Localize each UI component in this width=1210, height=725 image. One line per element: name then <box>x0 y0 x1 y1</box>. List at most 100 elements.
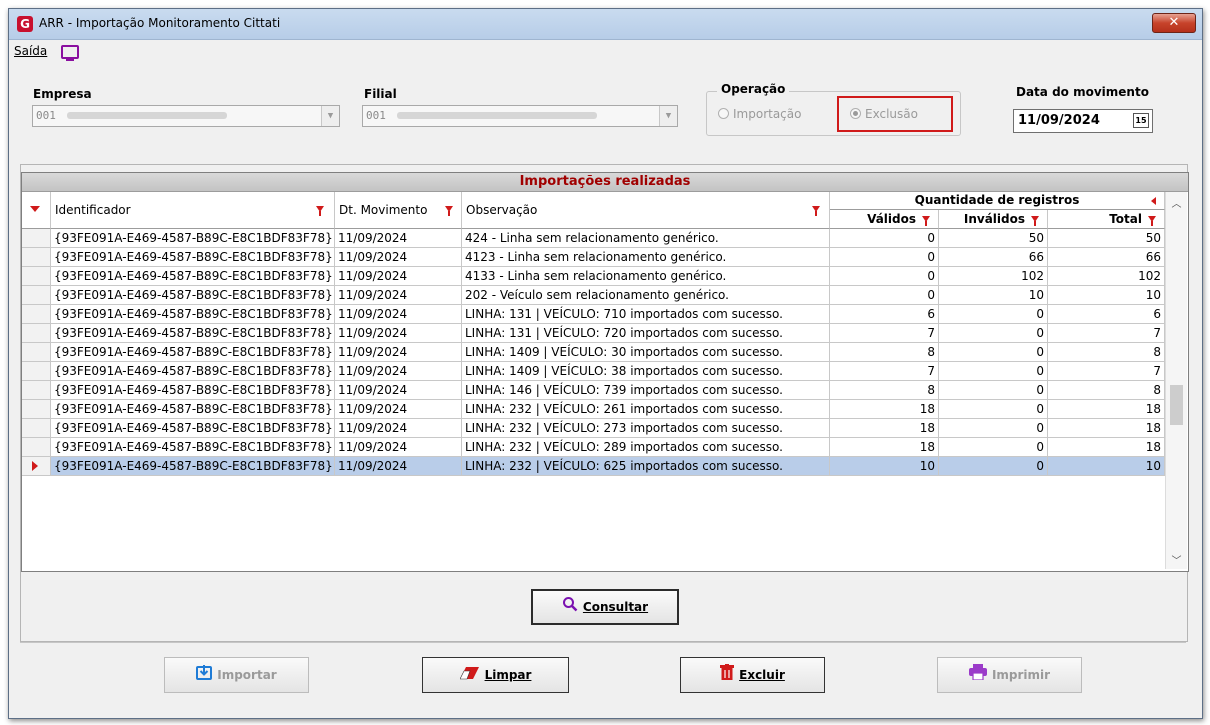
table-row[interactable]: {93FE091A-E469-4587-B89C-E8C1BDF83F78} 11… <box>22 229 1165 248</box>
cell-invalidos[interactable]: 0 <box>939 362 1048 381</box>
cell-dt-movimento[interactable]: 11/09/2024 <box>335 381 462 400</box>
scroll-down-icon[interactable]: ﹀ <box>1166 552 1187 567</box>
row-indicator[interactable] <box>22 267 51 286</box>
cell-validos[interactable]: 18 <box>830 419 939 438</box>
filter-icon[interactable] <box>812 206 820 216</box>
cell-invalidos[interactable]: 0 <box>939 419 1048 438</box>
header-indicator[interactable] <box>22 192 51 229</box>
cell-dt-movimento[interactable]: 11/09/2024 <box>335 400 462 419</box>
header-dt-movimento[interactable]: Dt. Movimento <box>335 192 462 229</box>
chevron-down-icon[interactable]: ▼ <box>321 106 339 126</box>
radio-importacao[interactable]: Importação <box>718 107 801 121</box>
row-indicator[interactable] <box>22 400 51 419</box>
cell-invalidos[interactable]: 0 <box>939 381 1048 400</box>
close-button[interactable]: ✕ <box>1152 13 1196 33</box>
cell-total[interactable]: 18 <box>1048 438 1165 457</box>
cell-invalidos[interactable]: 0 <box>939 457 1048 476</box>
cell-dt-movimento[interactable]: 11/09/2024 <box>335 457 462 476</box>
limpar-button[interactable]: Limpar <box>422 657 569 693</box>
empresa-select[interactable]: 001 ▼ <box>32 105 340 127</box>
cell-invalidos[interactable]: 10 <box>939 286 1048 305</box>
cell-dt-movimento[interactable]: 11/09/2024 <box>335 248 462 267</box>
cell-identificador[interactable]: {93FE091A-E469-4587-B89C-E8C1BDF83F78} <box>51 343 335 362</box>
cell-dt-movimento[interactable]: 11/09/2024 <box>335 267 462 286</box>
row-indicator[interactable] <box>22 229 51 248</box>
monitor-icon[interactable] <box>61 45 79 61</box>
filter-icon[interactable] <box>1148 216 1156 226</box>
cell-identificador[interactable]: {93FE091A-E469-4587-B89C-E8C1BDF83F78} <box>51 400 335 419</box>
filter-icon[interactable] <box>445 206 453 216</box>
filter-icon[interactable] <box>922 216 930 226</box>
data-movimento-input[interactable]: 11/09/2024 15 <box>1013 109 1153 133</box>
cell-observacao[interactable]: 202 - Veículo sem relacionamento genéric… <box>462 286 830 305</box>
cell-observacao[interactable]: LINHA: 131 | VEÍCULO: 710 importados com… <box>462 305 830 324</box>
cell-total[interactable]: 10 <box>1048 286 1165 305</box>
header-observacao[interactable]: Observação <box>462 192 830 229</box>
cell-total[interactable]: 102 <box>1048 267 1165 286</box>
cell-identificador[interactable]: {93FE091A-E469-4587-B89C-E8C1BDF83F78} <box>51 381 335 400</box>
cell-dt-movimento[interactable]: 11/09/2024 <box>335 229 462 248</box>
cell-validos[interactable]: 0 <box>830 248 939 267</box>
cell-identificador[interactable]: {93FE091A-E469-4587-B89C-E8C1BDF83F78} <box>51 419 335 438</box>
cell-total[interactable]: 18 <box>1048 400 1165 419</box>
excluir-button[interactable]: Excluir <box>680 657 825 693</box>
header-quantidade[interactable]: Quantidade de registros <box>830 192 1165 210</box>
header-invalidos[interactable]: Inválidos <box>939 210 1048 229</box>
table-row[interactable]: {93FE091A-E469-4587-B89C-E8C1BDF83F78} 11… <box>22 324 1165 343</box>
cell-total[interactable]: 8 <box>1048 381 1165 400</box>
filter-icon[interactable] <box>316 206 324 216</box>
cell-total[interactable]: 6 <box>1048 305 1165 324</box>
cell-total[interactable]: 8 <box>1048 343 1165 362</box>
cell-validos[interactable]: 7 <box>830 362 939 381</box>
cell-total[interactable]: 66 <box>1048 248 1165 267</box>
cell-validos[interactable]: 0 <box>830 286 939 305</box>
cell-dt-movimento[interactable]: 11/09/2024 <box>335 362 462 381</box>
table-row[interactable]: {93FE091A-E469-4587-B89C-E8C1BDF83F78} 11… <box>22 438 1165 457</box>
cell-identificador[interactable]: {93FE091A-E469-4587-B89C-E8C1BDF83F78} <box>51 362 335 381</box>
cell-validos[interactable]: 0 <box>830 267 939 286</box>
table-row[interactable]: {93FE091A-E469-4587-B89C-E8C1BDF83F78} 11… <box>22 248 1165 267</box>
cell-total[interactable]: 10 <box>1048 457 1165 476</box>
row-indicator[interactable] <box>22 324 51 343</box>
table-row[interactable]: {93FE091A-E469-4587-B89C-E8C1BDF83F78} 11… <box>22 400 1165 419</box>
menu-saida[interactable]: Saída <box>14 44 47 58</box>
cell-validos[interactable]: 10 <box>830 457 939 476</box>
cell-dt-movimento[interactable]: 11/09/2024 <box>335 438 462 457</box>
cell-dt-movimento[interactable]: 11/09/2024 <box>335 324 462 343</box>
cell-validos[interactable]: 6 <box>830 305 939 324</box>
row-indicator[interactable] <box>22 457 51 476</box>
cell-identificador[interactable]: {93FE091A-E469-4587-B89C-E8C1BDF83F78} <box>51 305 335 324</box>
cell-observacao[interactable]: LINHA: 1409 | VEÍCULO: 30 importados com… <box>462 343 830 362</box>
cell-validos[interactable]: 8 <box>830 343 939 362</box>
cell-observacao[interactable]: LINHA: 1409 | VEÍCULO: 38 importados com… <box>462 362 830 381</box>
row-indicator[interactable] <box>22 362 51 381</box>
importar-button[interactable]: Importar <box>164 657 309 693</box>
cell-observacao[interactable]: LINHA: 232 | VEÍCULO: 625 importados com… <box>462 457 830 476</box>
cell-observacao[interactable]: 4123 - Linha sem relacionamento genérico… <box>462 248 830 267</box>
cell-observacao[interactable]: 4133 - Linha sem relacionamento genérico… <box>462 267 830 286</box>
cell-validos[interactable]: 0 <box>830 229 939 248</box>
row-indicator[interactable] <box>22 381 51 400</box>
scroll-up-icon[interactable]: ︿ <box>1166 195 1187 210</box>
cell-validos[interactable]: 7 <box>830 324 939 343</box>
table-row[interactable]: {93FE091A-E469-4587-B89C-E8C1BDF83F78} 11… <box>22 305 1165 324</box>
cell-invalidos[interactable]: 102 <box>939 267 1048 286</box>
cell-dt-movimento[interactable]: 11/09/2024 <box>335 419 462 438</box>
cell-dt-movimento[interactable]: 11/09/2024 <box>335 286 462 305</box>
row-indicator[interactable] <box>22 286 51 305</box>
scrollbar-thumb[interactable] <box>1170 385 1183 425</box>
cell-observacao[interactable]: LINHA: 232 | VEÍCULO: 261 importados com… <box>462 400 830 419</box>
cell-invalidos[interactable]: 0 <box>939 343 1048 362</box>
cell-validos[interactable]: 18 <box>830 438 939 457</box>
cell-dt-movimento[interactable]: 11/09/2024 <box>335 305 462 324</box>
cell-observacao[interactable]: LINHA: 146 | VEÍCULO: 739 importados com… <box>462 381 830 400</box>
header-validos[interactable]: Válidos <box>830 210 939 229</box>
table-row[interactable]: {93FE091A-E469-4587-B89C-E8C1BDF83F78} 11… <box>22 267 1165 286</box>
cell-identificador[interactable]: {93FE091A-E469-4587-B89C-E8C1BDF83F78} <box>51 248 335 267</box>
header-identificador[interactable]: Identificador <box>51 192 335 229</box>
cell-observacao[interactable]: 424 - Linha sem relacionamento genérico. <box>462 229 830 248</box>
row-indicator[interactable] <box>22 438 51 457</box>
cell-invalidos[interactable]: 0 <box>939 438 1048 457</box>
cell-validos[interactable]: 8 <box>830 381 939 400</box>
consultar-button[interactable]: Consultar <box>531 589 679 625</box>
